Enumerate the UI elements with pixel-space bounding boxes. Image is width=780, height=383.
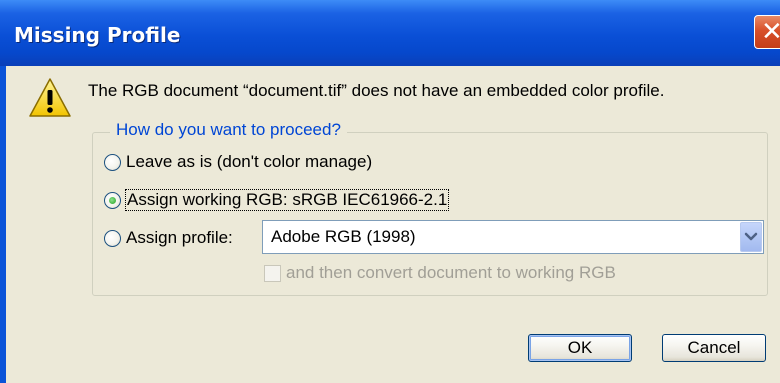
- profile-select[interactable]: Adobe RGB (1998): [262, 220, 764, 254]
- dialog-body: The RGB document “document.tif” does not…: [6, 66, 780, 383]
- group-legend: How do you want to proceed?: [110, 120, 347, 140]
- profile-select-value: Adobe RGB (1998): [271, 227, 416, 246]
- window-title: Missing Profile: [14, 23, 181, 47]
- title-bar[interactable]: Missing Profile ✕: [0, 0, 780, 66]
- convert-checkbox[interactable]: [264, 264, 281, 282]
- radio-button[interactable]: [104, 153, 121, 171]
- radio-assign-working-rgb[interactable]: Assign working RGB: sRGB IEC61966-2.1: [104, 189, 450, 211]
- dialog-window: Missing Profile ✕ The RGB document “docu…: [0, 0, 780, 383]
- message-text: The RGB document “document.tif” does not…: [88, 81, 665, 100]
- radio-label: Assign profile:: [126, 228, 233, 247]
- close-button[interactable]: ✕: [754, 15, 780, 49]
- radio-leave-as-is[interactable]: Leave as is (don't color manage): [104, 152, 372, 172]
- cancel-button[interactable]: Cancel: [662, 334, 766, 362]
- chevron-down-icon: [744, 232, 758, 241]
- convert-checkbox-label: and then convert document to working RGB: [286, 263, 616, 282]
- ok-button[interactable]: OK: [528, 334, 632, 362]
- radio-label: Leave as is (don't color manage): [126, 152, 373, 171]
- radio-assign-profile[interactable]: Assign profile:: [104, 228, 233, 248]
- close-icon: ✕: [761, 17, 780, 47]
- dropdown-button[interactable]: [740, 222, 762, 252]
- warning-icon: [29, 78, 71, 117]
- radio-button[interactable]: [104, 191, 121, 209]
- radio-label: Assign working RGB: sRGB IEC61966-2.1: [124, 189, 450, 211]
- convert-checkbox-row[interactable]: and then convert document to working RGB: [264, 263, 616, 283]
- radio-button[interactable]: [104, 229, 121, 247]
